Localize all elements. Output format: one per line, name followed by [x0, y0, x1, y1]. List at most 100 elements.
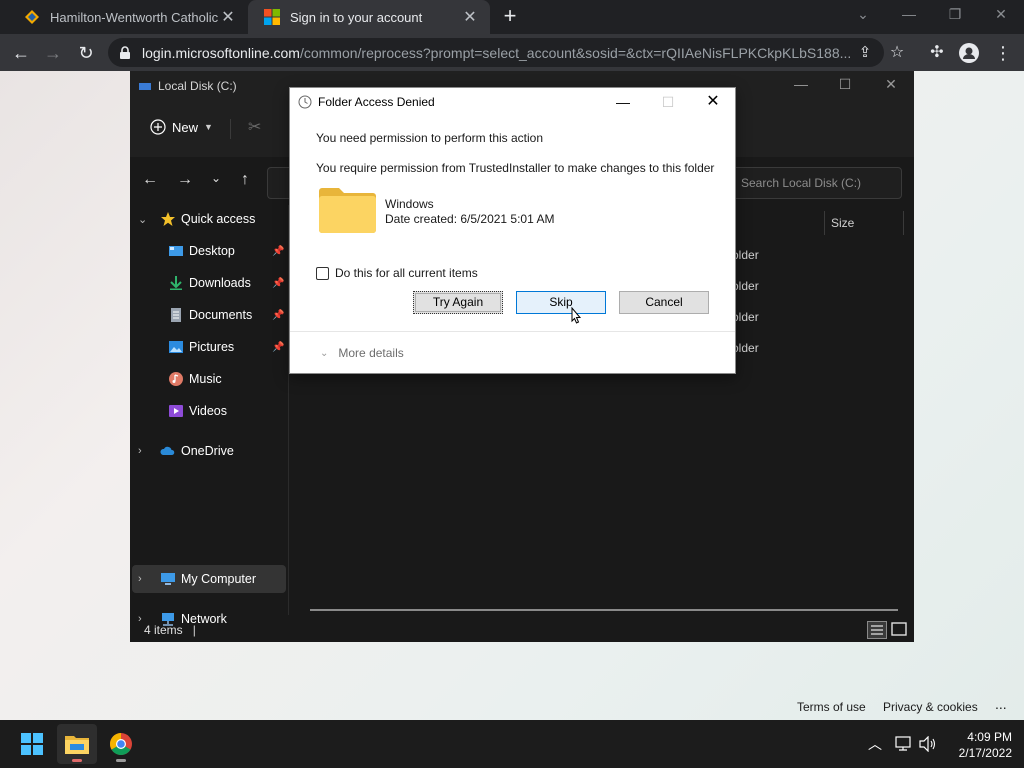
nav-documents[interactable]: Documents 📌: [130, 301, 288, 329]
new-button[interactable]: New ▼: [150, 119, 213, 135]
pin-icon[interactable]: 📌: [272, 246, 284, 257]
nav-onedrive[interactable]: › OneDrive: [130, 437, 288, 465]
nav-label: Music: [189, 372, 222, 386]
bookmark-star-icon[interactable]: ☆: [884, 40, 910, 66]
trustedinstaller-message: You require permission from TrustedInsta…: [316, 161, 715, 175]
terms-of-use-link[interactable]: Terms of use: [797, 700, 866, 714]
taskbar-chrome[interactable]: [101, 724, 141, 764]
more-details-toggle[interactable]: ⌄ More details: [320, 346, 404, 360]
tab-hamilton-wentworth[interactable]: Hamilton-Wentworth Catholic Di ✕: [8, 0, 248, 34]
nav-quick-access[interactable]: ⌄ Quick access: [130, 205, 288, 233]
plus-circle-icon: [150, 119, 166, 135]
nav-label: Pictures: [189, 340, 235, 354]
cancel-button[interactable]: Cancel: [619, 291, 709, 314]
running-indicator: [72, 759, 82, 762]
try-again-button[interactable]: Try Again: [413, 291, 503, 314]
menu-kebab-icon[interactable]: ⋮: [990, 40, 1016, 66]
new-tab-button[interactable]: +: [498, 4, 522, 30]
path-box[interactable]: [267, 167, 289, 199]
mouse-pointer-icon: [571, 307, 582, 324]
close-icon[interactable]: ✕: [693, 90, 733, 114]
minimize-icon[interactable]: —: [786, 76, 816, 96]
address-bar[interactable]: login.microsoftonline.com /common/reproc…: [108, 38, 884, 67]
close-icon[interactable]: ✕: [876, 76, 906, 96]
microsoft-logo-icon: [264, 9, 280, 25]
close-window-icon[interactable]: ✕: [978, 0, 1024, 30]
pin-icon[interactable]: 📌: [272, 310, 284, 321]
extensions-puzzle-icon[interactable]: ✣: [924, 40, 950, 66]
clock-icon: [298, 95, 312, 109]
maximize-icon: ☐: [661, 94, 675, 110]
minimize-icon[interactable]: —: [603, 90, 643, 114]
column-header-size[interactable]: Size: [824, 211, 904, 235]
more-details-label: More details: [338, 346, 404, 360]
profile-avatar-icon[interactable]: [956, 40, 982, 66]
recent-chevron-icon[interactable]: ⌄: [206, 171, 226, 191]
network-wired-icon[interactable]: [895, 736, 913, 752]
back-arrow-icon[interactable]: ←: [140, 171, 160, 191]
share-icon[interactable]: ⇪: [852, 40, 878, 66]
row-type: older: [732, 248, 759, 262]
minimize-icon[interactable]: —: [886, 0, 932, 30]
music-icon: [169, 372, 183, 386]
tab-sign-in[interactable]: Sign in to your account ✕: [248, 0, 490, 34]
nav-videos[interactable]: Videos: [130, 397, 288, 425]
lock-icon: [120, 45, 130, 59]
tiles-view-icon[interactable]: [889, 621, 909, 639]
nav-label: Documents: [189, 308, 253, 322]
volume-speaker-icon[interactable]: [919, 736, 937, 752]
download-arrow-icon: [170, 276, 182, 290]
nav-music[interactable]: Music: [130, 365, 288, 393]
forward-arrow-icon[interactable]: →: [40, 40, 66, 66]
row-type: older: [732, 310, 759, 324]
nav-my-computer[interactable]: › My Computer: [132, 565, 286, 593]
more-options-ellipsis[interactable]: ...: [995, 696, 1007, 712]
dialog-title: Folder Access Denied: [318, 95, 435, 109]
maximize-icon[interactable]: ☐: [830, 76, 860, 96]
checkbox-box[interactable]: [316, 266, 329, 280]
file-explorer-icon: [65, 736, 89, 754]
reload-icon[interactable]: ↻: [73, 40, 99, 66]
tray-overflow-chevron-icon[interactable]: ︿: [868, 734, 882, 754]
taskbar-clock[interactable]: 4:09 PM 2/17/2022: [944, 729, 1012, 761]
chevron-down-icon: ⌄: [138, 213, 148, 226]
taskbar-file-explorer[interactable]: [57, 724, 97, 764]
document-icon: [171, 308, 181, 322]
forward-arrow-icon[interactable]: →: [175, 171, 195, 191]
tab-title: Sign in to your account: [290, 9, 423, 25]
url-host: login.microsoftonline.com: [142, 44, 300, 61]
clock-date: 2/17/2022: [958, 746, 1012, 760]
tab-search-icon[interactable]: ⌄: [840, 0, 886, 30]
apply-all-checkbox[interactable]: Do this for all current items: [316, 266, 478, 280]
pin-icon[interactable]: 📌: [272, 278, 284, 289]
privacy-cookies-link[interactable]: Privacy & cookies: [883, 700, 978, 714]
back-arrow-icon[interactable]: ←: [8, 40, 34, 66]
search-input[interactable]: Search Local Disk (C:): [730, 167, 902, 199]
cut-scissors-icon[interactable]: ✂: [248, 117, 261, 137]
horizontal-scrollbar[interactable]: [310, 609, 898, 611]
close-tab-icon[interactable]: ✕: [460, 7, 480, 27]
close-tab-icon[interactable]: ✕: [218, 7, 238, 27]
windows-start-icon[interactable]: [12, 724, 52, 764]
pin-icon[interactable]: 📌: [272, 342, 284, 353]
status-item-count: 4 items |: [144, 623, 196, 637]
running-indicator: [116, 759, 126, 762]
details-view-icon[interactable]: [867, 621, 887, 639]
clock-time: 4:09 PM: [967, 730, 1012, 744]
nav-label: Videos: [189, 404, 227, 418]
chrome-icon: [110, 733, 132, 755]
nav-desktop[interactable]: Desktop 📌: [130, 237, 288, 265]
permission-message: You need permission to perform this acti…: [316, 131, 544, 145]
restore-icon[interactable]: ❐: [932, 0, 978, 30]
video-icon: [169, 405, 183, 417]
nav-pictures[interactable]: Pictures 📌: [130, 333, 288, 361]
nav-label: Desktop: [189, 244, 235, 258]
skip-button[interactable]: Skip: [516, 291, 606, 314]
nav-label: Downloads: [189, 276, 251, 290]
folder-name: Windows: [385, 197, 434, 211]
browser-toolbar: ← → ↻ login.microsoftonline.com /common/…: [0, 34, 1024, 71]
folder-access-denied-dialog: Folder Access Denied — ☐ ✕ You need perm…: [289, 87, 736, 374]
star-icon: [161, 212, 175, 226]
up-arrow-icon[interactable]: ↑: [235, 171, 255, 191]
nav-downloads[interactable]: Downloads 📌: [130, 269, 288, 297]
